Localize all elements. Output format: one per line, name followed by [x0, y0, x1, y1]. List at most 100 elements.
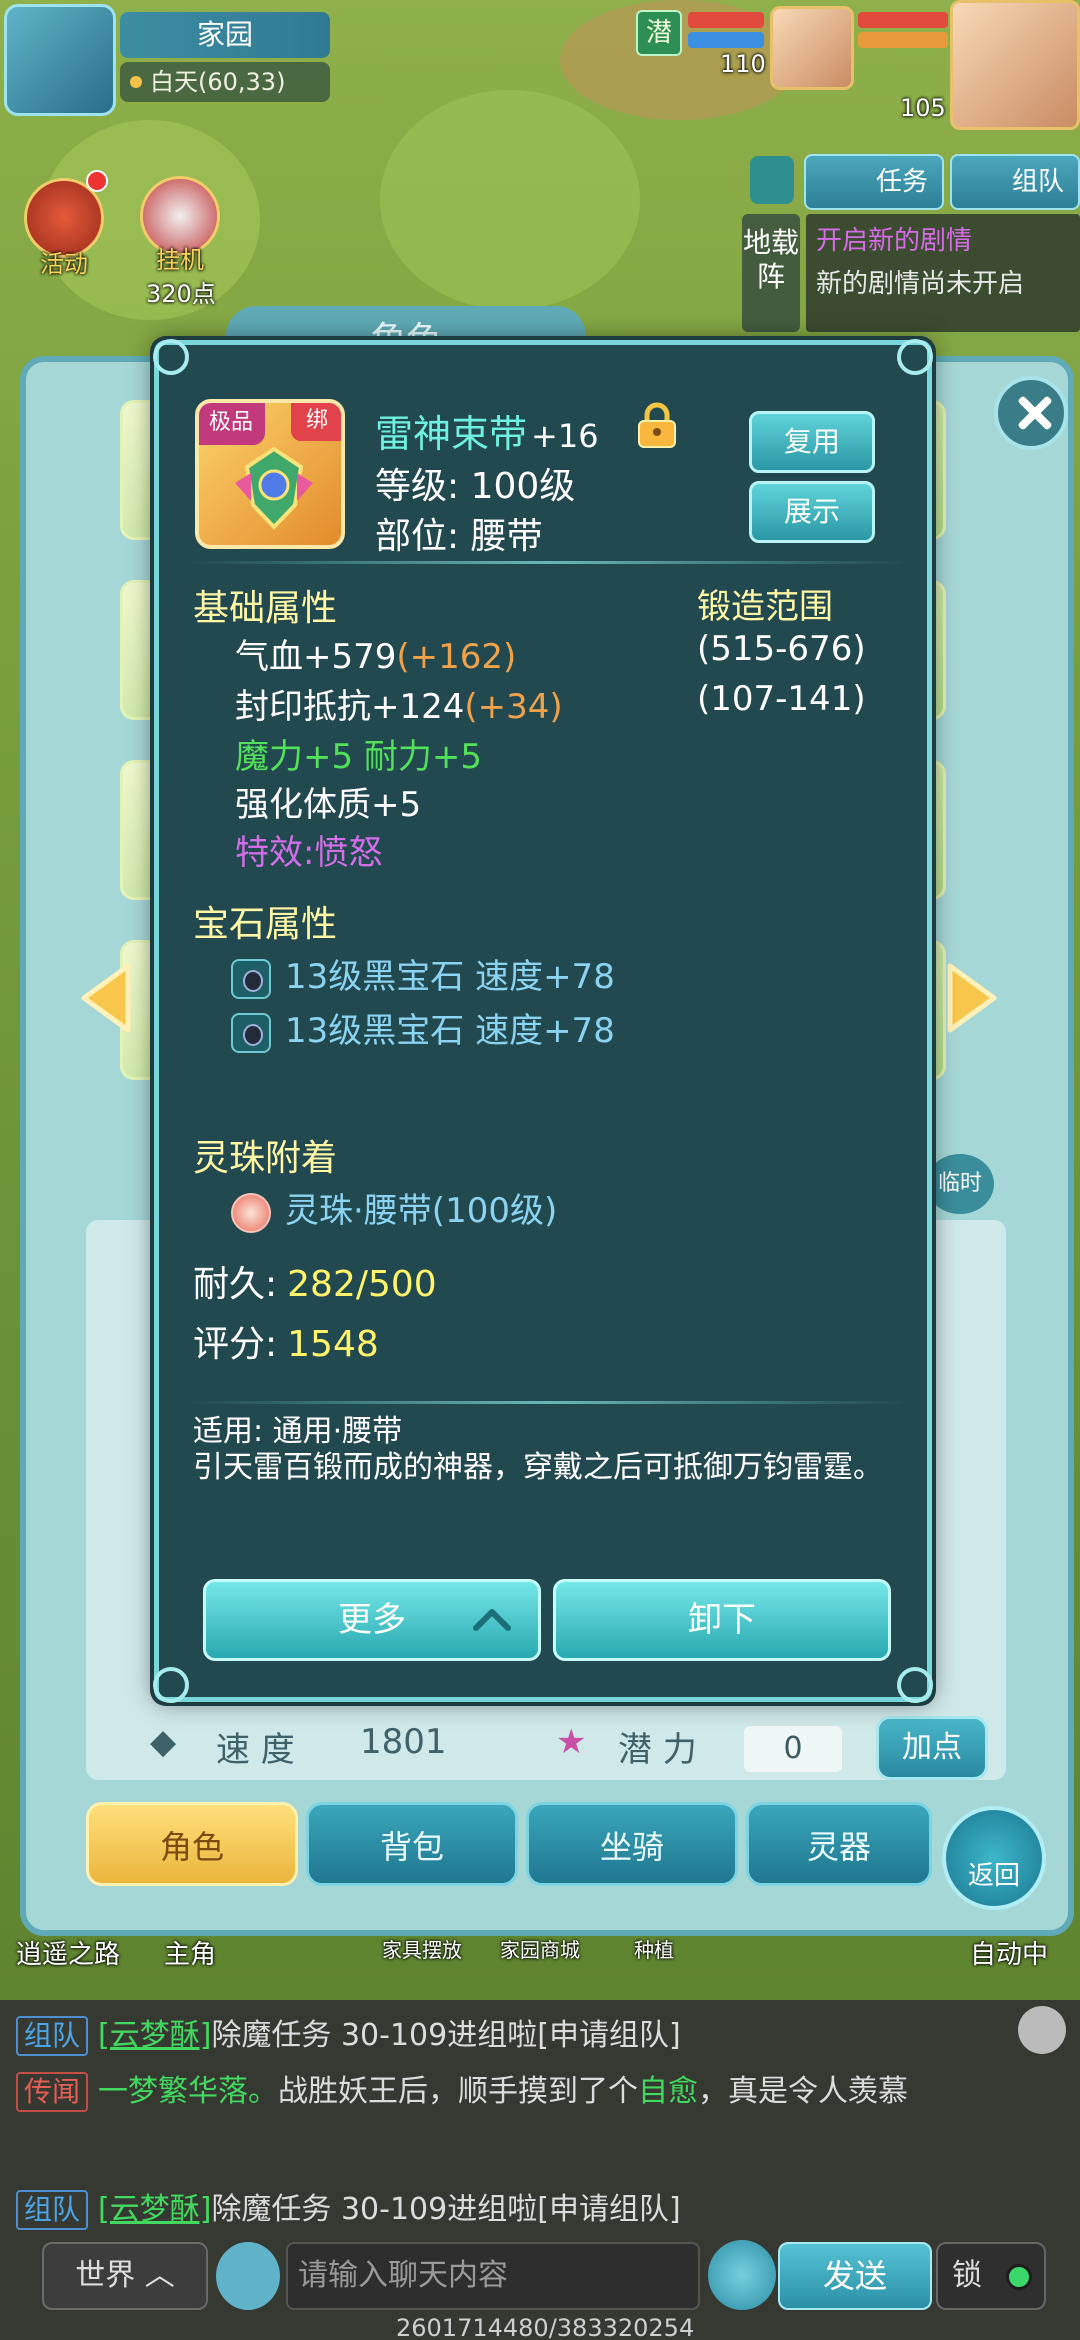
bind-badge: 绑	[291, 403, 341, 441]
microphone-icon[interactable]	[216, 2242, 280, 2310]
chat-link[interactable]: [申请组队]	[537, 2018, 680, 2053]
chat-tag: 自愈	[638, 2074, 699, 2109]
tab-mount[interactable]: 坐骑	[526, 1802, 738, 1886]
score-value: 1548	[287, 1324, 379, 1365]
lock-label: 锁	[952, 2258, 982, 2293]
bottom-mid-a[interactable]: 家具摆放	[382, 1934, 462, 1963]
potential-label: 潜 力	[618, 1730, 697, 1770]
divider	[189, 1401, 907, 1404]
lock-toggle[interactable]: 锁	[936, 2242, 1046, 2310]
bottom-mid-c[interactable]: 种植	[634, 1934, 674, 1963]
belt-icon	[235, 446, 313, 530]
tab-character[interactable]: 角色	[86, 1802, 298, 1886]
black-gem-icon	[231, 1012, 271, 1053]
basic-attrs-title: 基础属性	[193, 588, 338, 629]
attr-seal-base: 封印抵抗+124	[235, 687, 465, 727]
mp-bar	[688, 32, 764, 48]
chat-channel[interactable]: 组队	[16, 2016, 89, 2056]
chat-text: 除魔任务 30-109进组啦	[211, 2018, 538, 2053]
world-channel-button[interactable]: 世界 ︿	[42, 2242, 208, 2310]
collapse-arrow-icon[interactable]	[750, 156, 794, 204]
attr-hp-base: 气血+579	[235, 637, 397, 677]
tab-bag[interactable]: 背包	[306, 1802, 518, 1886]
attr-hp-bonus: (+162)	[396, 637, 517, 677]
attr-seal-resist: 封印抵抗+124(+34)	[235, 679, 563, 728]
lock-icon[interactable]	[635, 401, 679, 449]
item-level: 等级: 100级	[375, 466, 576, 507]
chat-text: 战胜妖王后，顺手摸到了个	[278, 2074, 639, 2109]
score-label: 评分:	[193, 1324, 278, 1365]
speed-label: 速 度	[216, 1730, 295, 1770]
gem-attrs-title: 宝石属性	[193, 904, 338, 945]
home-badge-icon[interactable]	[4, 4, 116, 116]
quest-box[interactable]: 开启新的剧情 新的剧情尚未开启	[806, 214, 1080, 332]
durability: 耐久: 282/500	[193, 1255, 437, 1307]
tab-spirit[interactable]: 灵器	[746, 1802, 932, 1886]
add-point-button[interactable]: 加点	[876, 1716, 988, 1780]
pet-exp-bar	[858, 32, 948, 48]
chat-sender[interactable]: [云梦酥]	[98, 2192, 211, 2227]
next-arrow-icon[interactable]	[946, 960, 1004, 1036]
quest-desc: 新的剧情尚未开启	[816, 269, 1025, 299]
speed-icon: ◆	[150, 1722, 177, 1762]
team-level-b: 105	[900, 94, 946, 122]
attr-hp: 气血+579(+162)	[235, 629, 516, 678]
player-avatar[interactable]	[950, 0, 1080, 130]
bottom-mid-b[interactable]: 家园商城	[500, 1934, 580, 1963]
item-name: 雷神束带 +16	[375, 403, 599, 458]
chat-channel[interactable]: 组队	[16, 2190, 89, 2230]
gem-text: 13级黑宝石 速度+78	[285, 957, 615, 997]
bottom-left-b[interactable]: 主角	[164, 1934, 216, 1971]
chat-channel[interactable]: 传闻	[16, 2072, 89, 2112]
pet-hp-bar	[858, 12, 948, 28]
chat-line: 组队 [云梦酥]除魔任务 30-109进组啦[申请组队]	[16, 2188, 1056, 2232]
attr-green: 魔力+5 耐力+5	[235, 737, 483, 777]
bottom-left-a[interactable]: 逍遥之路	[16, 1934, 120, 1971]
score: 评分: 1548	[193, 1315, 379, 1367]
chevron-up-icon	[473, 1609, 511, 1631]
home-subtitle: 白天(60,33)	[120, 62, 330, 102]
prev-arrow-icon[interactable]	[74, 960, 132, 1036]
unequip-button[interactable]: 卸下	[553, 1579, 891, 1661]
more-button[interactable]: 更多	[203, 1579, 541, 1661]
chat-input[interactable]: 请输入聊天内容	[286, 2242, 700, 2310]
chat-post: ，真是令人羡慕	[698, 2074, 909, 2109]
chat-link[interactable]: [申请组队]	[537, 2192, 680, 2227]
return-button[interactable]: 返回	[942, 1806, 1046, 1910]
close-icon[interactable]	[994, 376, 1068, 450]
attr-enhance: 强化体质+5	[235, 785, 422, 825]
chat-sender[interactable]: [云梦酥]	[98, 2018, 211, 2053]
team-tab-label: 组队	[1011, 167, 1064, 197]
corner-ornament	[897, 1667, 933, 1703]
hidden-badge[interactable]: 潜	[636, 10, 682, 56]
show-button[interactable]: 展示	[749, 481, 875, 543]
quality-badge: 极品	[199, 403, 265, 445]
grass-decoration	[380, 90, 640, 310]
activity-label: 活动	[40, 250, 88, 278]
pet-avatar[interactable]	[770, 6, 854, 90]
gem-text: 13级黑宝石 速度+78	[285, 1011, 615, 1051]
footer-id: 2601714480/383320254	[396, 2314, 695, 2340]
special-effect: 特效:愤怒	[235, 833, 383, 873]
item-detail-modal: 极品 绑 雷神束带 +16 等级: 100级 部位: 腰带 复用 展示 基础属性 …	[153, 339, 933, 1703]
orb-row: 灵珠·腰带(100级)	[231, 1183, 557, 1233]
chat-text: 除魔任务 30-109进组啦	[211, 2192, 538, 2227]
tab-team[interactable]: 组队	[950, 154, 1080, 210]
corner-ornament	[153, 1667, 189, 1703]
attr-seal-range: (107-141)	[697, 679, 866, 719]
emoji-icon[interactable]	[708, 2240, 776, 2310]
reuse-button[interactable]: 复用	[749, 411, 875, 473]
corner-ornament	[153, 339, 189, 375]
home-title: 家园	[120, 12, 330, 58]
tab-task[interactable]: 任务	[804, 154, 944, 210]
spirit-orb-icon	[231, 1192, 271, 1233]
corner-ornament	[897, 339, 933, 375]
send-button[interactable]: 发送	[778, 2242, 932, 2310]
item-icon: 极品 绑	[195, 399, 345, 549]
vertical-tab-formation[interactable]: 地载阵	[742, 214, 800, 332]
chat-pre: 一梦繁华落。	[98, 2074, 279, 2109]
temp-button[interactable]: 临时	[926, 1154, 994, 1214]
vertical-tab-label: 地载阵	[742, 226, 799, 293]
task-tab-label: 任务	[875, 167, 928, 197]
chat-line: 传闻 一梦繁华落。战胜妖王后，顺手摸到了个自愈，真是令人羡慕	[16, 2070, 1056, 2114]
